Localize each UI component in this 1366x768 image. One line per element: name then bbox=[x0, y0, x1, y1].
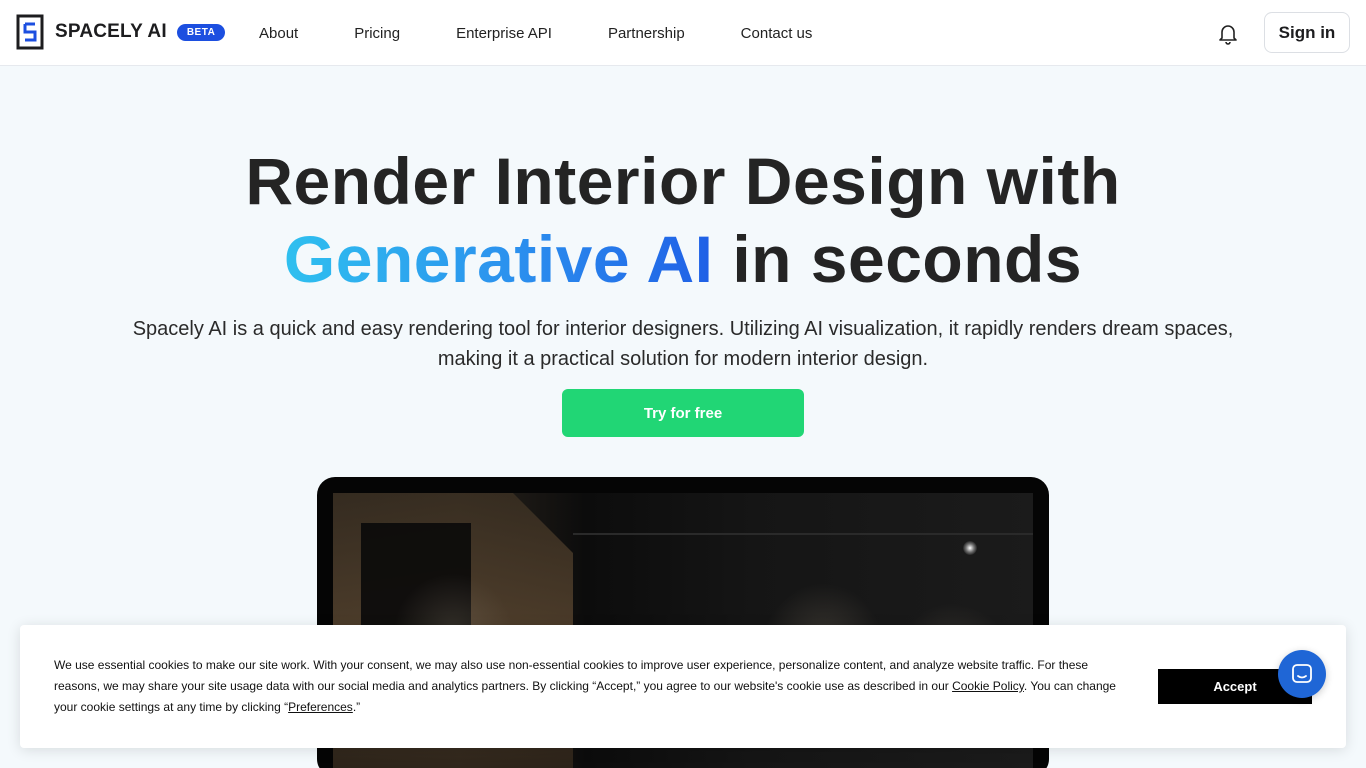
hero-title-rest: in seconds bbox=[713, 222, 1083, 296]
render-light-spot bbox=[963, 541, 977, 555]
cookie-policy-link[interactable]: Cookie Policy bbox=[952, 679, 1024, 693]
render-ceiling-line bbox=[573, 533, 1033, 535]
cookie-banner: We use essential cookies to make our sit… bbox=[20, 625, 1346, 748]
nav-contact-us[interactable]: Contact us bbox=[741, 25, 813, 42]
chat-icon bbox=[1292, 664, 1312, 683]
brand-name: SPACELY AI bbox=[55, 21, 167, 42]
cookie-text-part: We use essential cookies to make our sit… bbox=[54, 658, 1089, 693]
hero-subtitle: Spacely AI is a quick and easy rendering… bbox=[132, 318, 1234, 370]
bell-icon[interactable] bbox=[1216, 21, 1240, 45]
try-for-free-button[interactable]: Try for free bbox=[562, 389, 804, 437]
cookie-message: We use essential cookies to make our sit… bbox=[54, 655, 1124, 718]
hero-title-line1: Render Interior Design with bbox=[245, 144, 1121, 218]
hero-title-line2: Generative AI in seconds bbox=[0, 220, 1366, 298]
main-nav: About Pricing Enterprise API Partnership… bbox=[259, 0, 868, 66]
spacely-logo-icon bbox=[16, 14, 44, 50]
hero-title: Render Interior Design with Generative A… bbox=[0, 142, 1366, 298]
nav-pricing[interactable]: Pricing bbox=[354, 25, 400, 42]
beta-badge: BETA bbox=[176, 23, 226, 41]
cookie-text-part: .” bbox=[352, 700, 361, 714]
sign-in-button[interactable]: Sign in bbox=[1264, 12, 1350, 53]
nav-partnership[interactable]: Partnership bbox=[608, 25, 685, 42]
preferences-link[interactable]: Preferences bbox=[288, 700, 353, 714]
brand-logo[interactable]: SPACELY AI BETA bbox=[16, 14, 226, 50]
hero-title-highlight: Generative AI bbox=[283, 222, 714, 296]
chat-launcher-button[interactable] bbox=[1278, 650, 1326, 698]
nav-about[interactable]: About bbox=[259, 25, 298, 42]
nav-enterprise-api[interactable]: Enterprise API bbox=[456, 25, 552, 42]
top-navbar: SPACELY AI BETA About Pricing Enterprise… bbox=[0, 0, 1366, 66]
